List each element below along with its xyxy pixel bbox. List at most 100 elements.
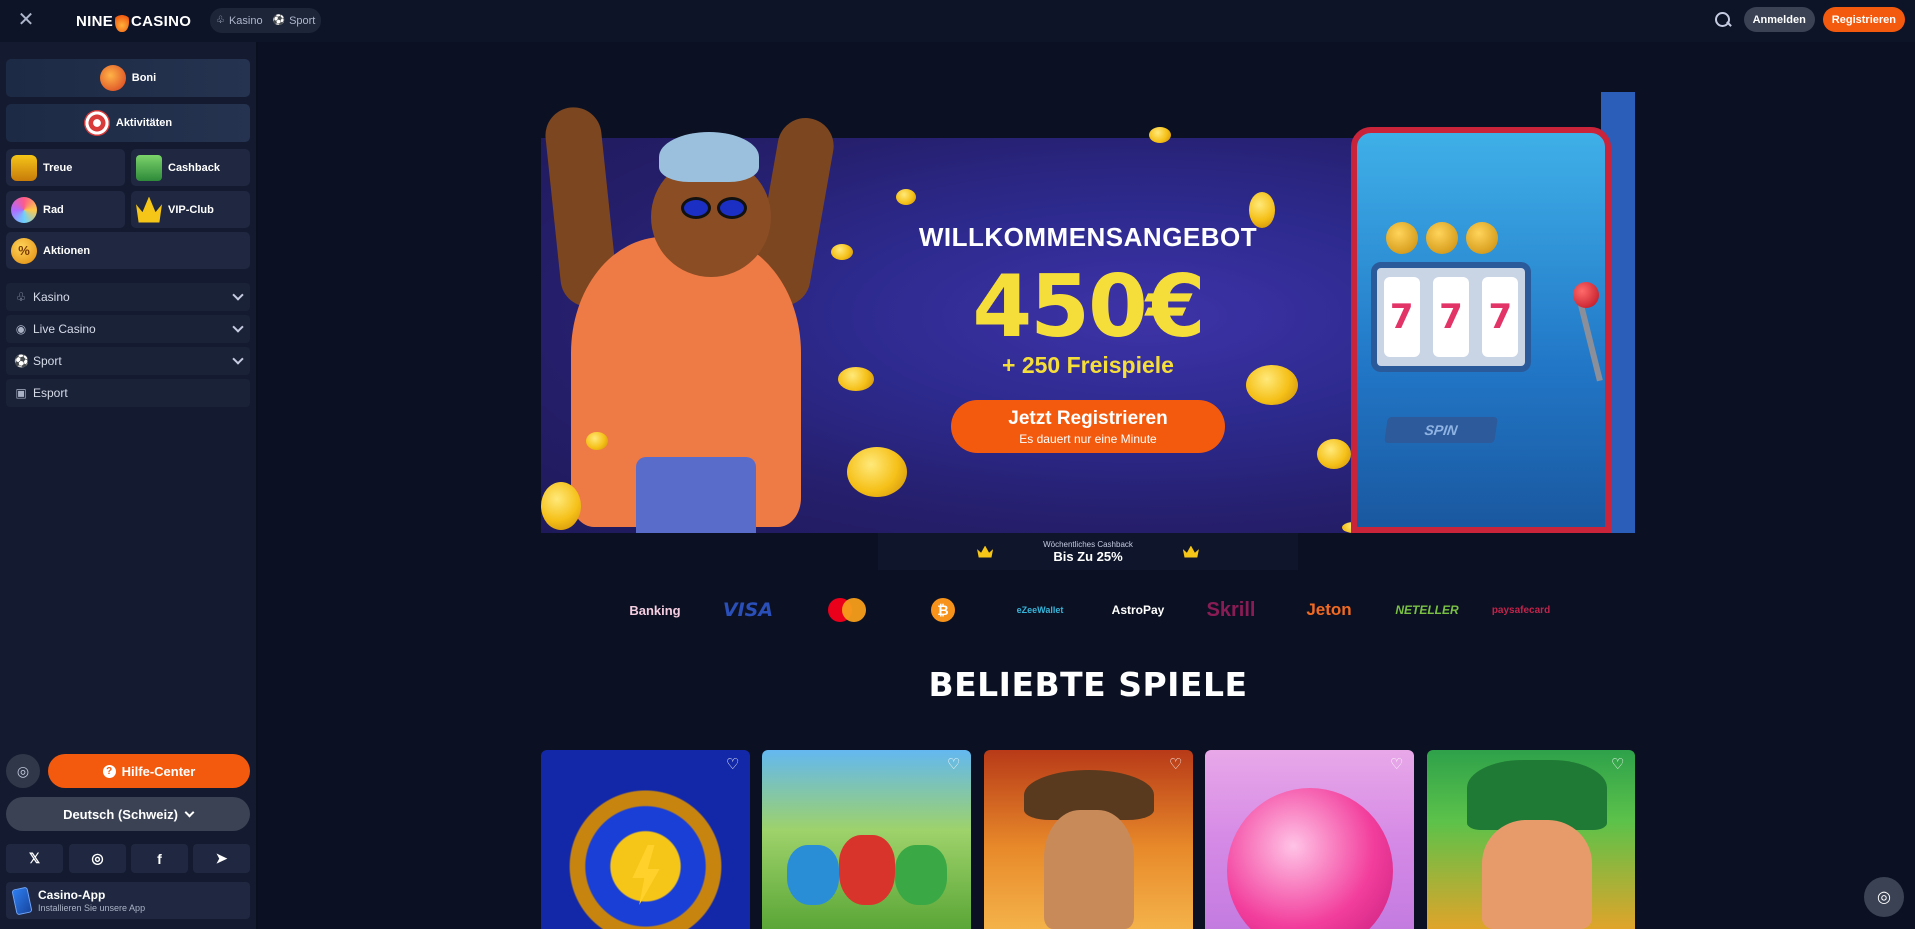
sidebar-item-label: Aktivitäten (115, 117, 173, 129)
sidebar-nav-live-casino[interactable]: ◉ Live Casino (6, 315, 250, 343)
heart-icon[interactable]: ♡ (1169, 757, 1185, 772)
game-tile-lightning[interactable]: ♡ (541, 750, 750, 929)
tab-kasino-label: Kasino (228, 14, 263, 27)
lion-legs (636, 457, 756, 533)
shield-badge-icon (11, 154, 37, 181)
game-tile-rainbow-pots[interactable]: ♡ (762, 750, 971, 929)
coin-icon (847, 447, 907, 497)
heart-icon[interactable]: ♡ (1390, 757, 1406, 772)
chevron-down-icon (232, 353, 244, 365)
sidebar-item-cashback[interactable]: Cashback (131, 149, 250, 186)
popular-games-title: BELIEBTE SPIELE (928, 665, 1248, 704)
sidebar-divider (256, 42, 258, 929)
heart-icon[interactable]: ♡ (726, 757, 742, 772)
heart-icon[interactable]: ♡ (947, 757, 963, 772)
lightning-icon (632, 845, 660, 905)
sidebar-nav-esport[interactable]: ▣ Esport (6, 379, 250, 407)
sidebar-item-aktionen[interactable]: % Aktionen (6, 232, 250, 269)
cashback-value: Bis Zu 25% (1053, 548, 1123, 564)
sidebar-item-aktivitaeten[interactable]: Aktivitäten (6, 104, 250, 142)
sidebar-nav-sport[interactable]: ⚽ Sport (6, 347, 250, 375)
sidebar-item-vip-club[interactable]: VIP-Club (131, 191, 250, 228)
chevron-down-icon (184, 807, 195, 817)
app-title: Casino-App (38, 888, 106, 902)
logo-text-right: CASINO (131, 12, 192, 30)
login-button[interactable]: Anmelden (1743, 7, 1815, 32)
dart-target-icon (83, 110, 110, 136)
top-bar: ✕ NINE CASINO ♧ Kasino ⚽ Sport Anmelden … (0, 0, 1915, 42)
sidebar-item-label: Cashback (168, 161, 220, 174)
explorer-face (1044, 810, 1134, 929)
logo-text-left: NINE (76, 12, 114, 30)
x-icon[interactable]: 𝕏 (6, 844, 63, 873)
sidebar-item-label: Boni (131, 72, 157, 84)
sunglasses-icon (681, 197, 751, 219)
register-cta-button[interactable]: Jetzt Registrieren Es dauert nur eine Mi… (951, 400, 1225, 453)
support-chat-button[interactable]: ◎ (1864, 877, 1904, 917)
tab-sport[interactable]: ⚽ Sport (273, 15, 316, 27)
gamepad-icon: ▣ (15, 386, 27, 400)
astropay-logo: AstroPay (1111, 603, 1165, 617)
pot-icon (787, 845, 839, 905)
skrill-logo: Skrill (1206, 598, 1256, 621)
casino-app-banner[interactable]: Casino-App Installieren Sie unsere App (6, 882, 250, 919)
sidebar-nav-label: Sport (33, 354, 62, 368)
gift-boxes-icon (99, 65, 126, 91)
cta-sublabel: Es dauert nur eine Minute (1019, 432, 1157, 446)
language-selector[interactable]: Deutsch (Schweiz) (6, 797, 250, 831)
cashback-caption: Wöchentliches Cashback (1043, 539, 1133, 549)
lion-cap (659, 132, 759, 182)
sidebar-nav-kasino[interactable]: ♧ Kasino (6, 283, 250, 311)
sidebar-nav-label: Esport (33, 386, 68, 400)
close-icon[interactable]: ✕ (16, 10, 36, 30)
game-tile-leprechaun[interactable]: ♡ (1427, 750, 1635, 929)
cherry-icon: ♧ (216, 15, 225, 26)
slot-spin-label: SPIN (1384, 417, 1498, 443)
telegram-icon[interactable]: ➤ (193, 844, 250, 873)
logo[interactable]: NINE CASINO (76, 8, 191, 34)
visa-logo: VISA (722, 599, 774, 621)
sidebar-item-boni[interactable]: Boni (6, 59, 250, 97)
app-root: ✕ NINE CASINO ♧ Kasino ⚽ Sport Anmelden … (0, 0, 1915, 929)
jeton-logo: Jeton (1306, 600, 1352, 619)
crown-icon (977, 545, 994, 558)
sidebar-item-rad[interactable]: Rad (6, 191, 125, 228)
question-icon: ? (102, 764, 116, 778)
cashback-text: Wöchentliches Cashback Bis Zu 25% (1043, 540, 1133, 564)
paysafecard-logo: paysafecard (1491, 604, 1551, 616)
ezeewallet-logo: eZeeWallet (1016, 605, 1064, 615)
register-button[interactable]: Registrieren (1822, 7, 1905, 32)
banner-amount: 450€ (972, 257, 1205, 357)
pot-icon (839, 835, 895, 905)
facebook-icon[interactable]: f (131, 844, 188, 873)
banner-title: WILLKOMMENSANGEBOT (918, 222, 1258, 252)
sidebar-item-label: Treue (43, 161, 73, 174)
headset-icon[interactable]: ◎ (6, 754, 40, 788)
sidebar-item-label: Aktionen (43, 244, 91, 257)
coin-icon (541, 482, 581, 530)
cherry-icon: ♧ (15, 290, 27, 304)
soccer-ball-icon: ⚽ (272, 15, 286, 26)
sidebar: Boni Aktivitäten Treue Cashback Rad VIP-… (0, 42, 256, 929)
sidebar-item-label: VIP-Club (168, 203, 214, 216)
search-icon[interactable] (1714, 11, 1732, 29)
tab-kasino[interactable]: ♧ Kasino (216, 15, 263, 27)
app-text: Casino-App Installieren Sie unsere App (38, 888, 145, 913)
heart-icon[interactable]: ♡ (1611, 757, 1627, 772)
sidebar-item-treue[interactable]: Treue (6, 149, 125, 186)
game-tile-explorer[interactable]: ♡ (984, 750, 1193, 929)
help-section: ◎ ? Hilfe-Center (6, 754, 250, 788)
welcome-banner[interactable]: 7 7 7 SPIN WILLKOMMENSANGEBOT 450€ + 250… (541, 87, 1635, 533)
coin-icon (586, 432, 608, 450)
help-center-button[interactable]: ? Hilfe-Center (48, 754, 250, 788)
wheel-icon (11, 196, 37, 223)
payment-providers: Banking VISA ₿ eZeeWallet AstroPay Skril… (620, 596, 1560, 624)
neteller-logo: NETELLER (1395, 603, 1459, 617)
phone-icon (11, 886, 33, 915)
cashback-strip[interactable]: Wöchentliches Cashback Bis Zu 25% (878, 533, 1298, 570)
instagram-icon[interactable]: ◎ (69, 844, 126, 873)
game-tile-candy[interactable]: ♡ (1205, 750, 1414, 929)
top-tabs: ♧ Kasino ⚽ Sport (210, 8, 322, 33)
language-label: Deutsch (Schweiz) (63, 806, 178, 822)
cta-label: Jetzt Registrieren (1008, 408, 1168, 429)
